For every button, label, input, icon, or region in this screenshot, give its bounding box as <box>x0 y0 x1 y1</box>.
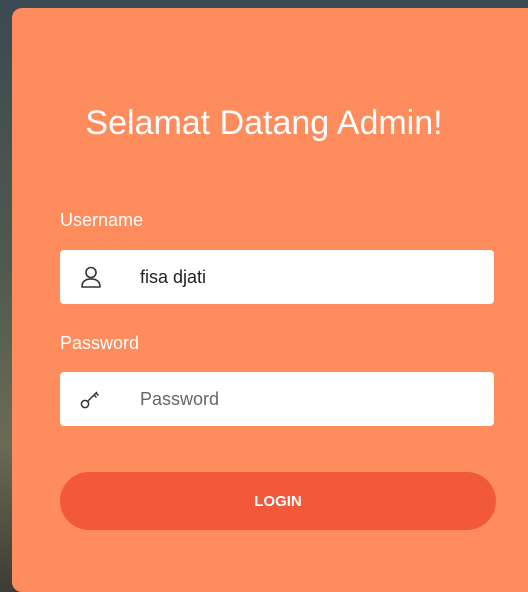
user-icon <box>81 266 101 288</box>
password-input[interactable] <box>140 372 470 426</box>
username-field-container: fisa djati <box>60 250 494 304</box>
username-label: Username <box>60 210 144 230</box>
password-label: Password <box>60 333 140 353</box>
login-button[interactable]: LOGIN <box>60 472 496 530</box>
key-icon <box>80 391 100 409</box>
password-field-container <box>60 372 494 426</box>
page-title: Selamat Datang Admin! <box>85 104 443 142</box>
username-input[interactable]: fisa djati <box>140 250 470 304</box>
